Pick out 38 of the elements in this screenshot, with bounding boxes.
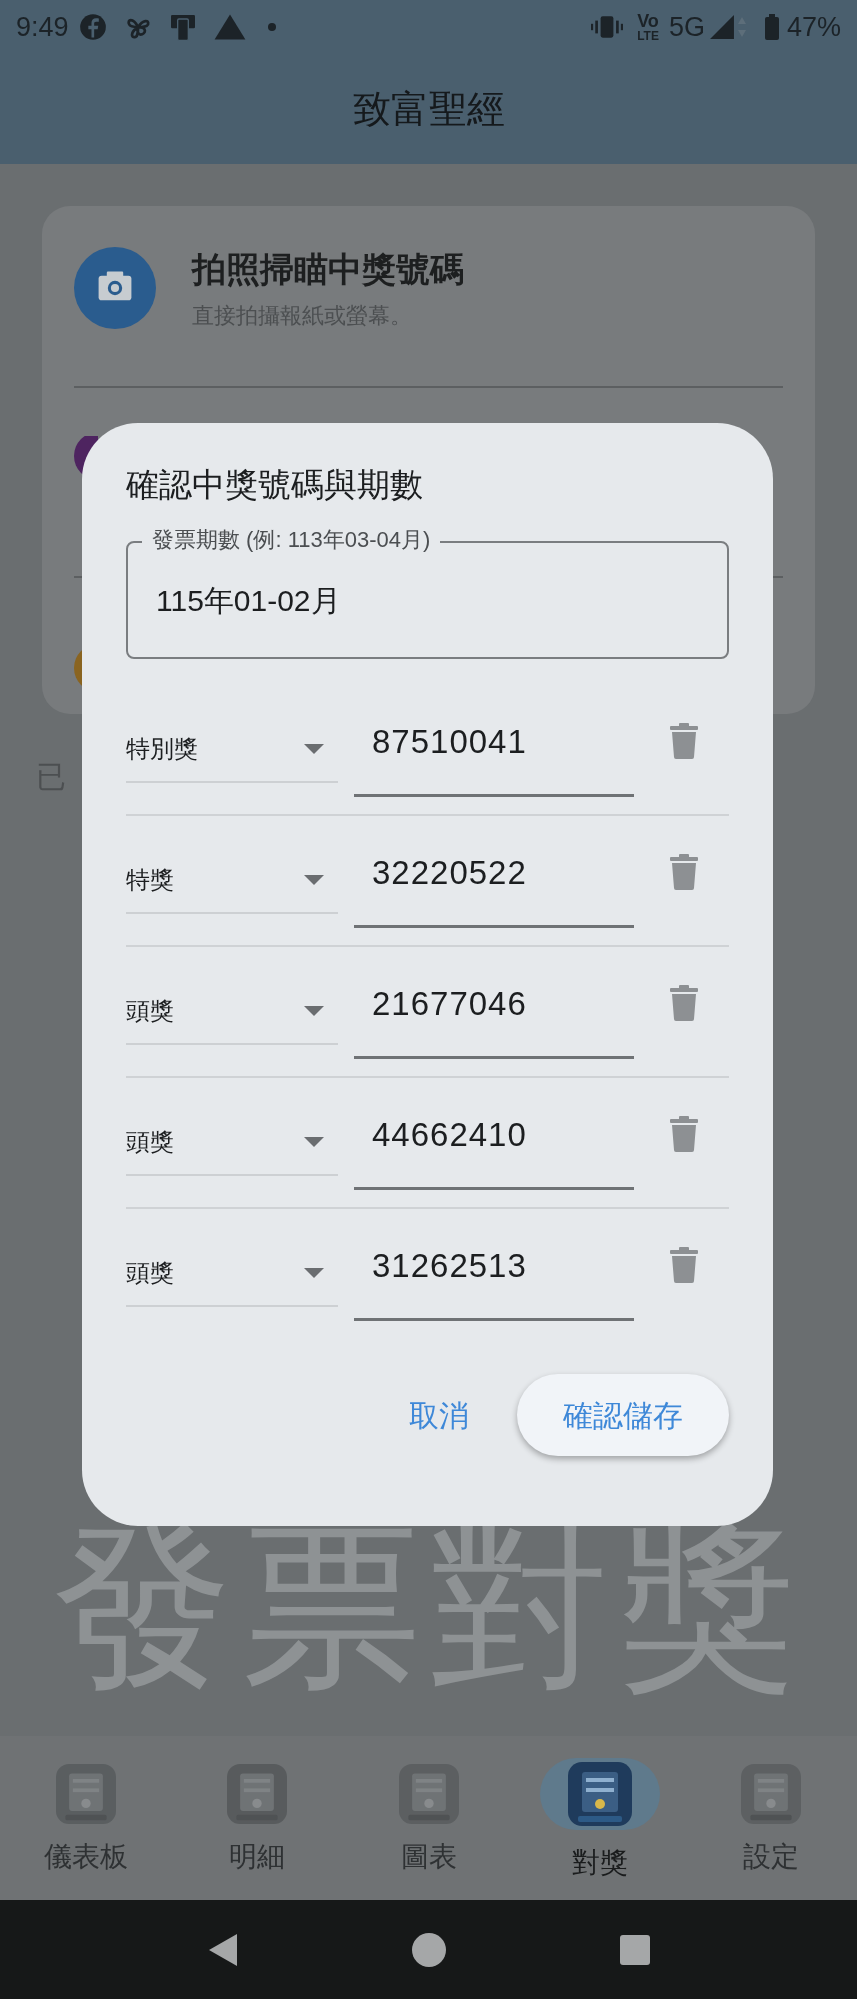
facebook-icon (78, 13, 107, 41)
battery-icon (764, 14, 779, 40)
home-icon (412, 1932, 447, 1967)
trash-icon (670, 985, 698, 1021)
camera-icon (74, 247, 156, 329)
prize-dropdown[interactable]: 特獎 (126, 848, 338, 914)
trash-icon (670, 723, 698, 759)
clock: 9:49 (16, 10, 69, 44)
app-title: 致富聖經 (352, 86, 505, 132)
number-field[interactable]: 31262513 (354, 1241, 634, 1321)
vibrate-icon (591, 14, 624, 40)
number-field[interactable]: 32220522 (354, 848, 634, 928)
caret-icon (304, 1006, 324, 1016)
caret-icon (304, 1137, 324, 1147)
trash-icon (670, 1247, 698, 1283)
number-field[interactable]: 44662410 (354, 1110, 634, 1190)
dot-icon (266, 22, 277, 32)
prize-dropdown[interactable]: 頭獎 (126, 979, 338, 1045)
caret-icon (304, 875, 324, 885)
number-field[interactable]: 87510041 (354, 717, 634, 797)
prize-dropdown[interactable]: 頭獎 (126, 1110, 338, 1176)
nav-tab[interactable]: 對獎 (514, 1758, 686, 1888)
caret-icon (304, 744, 324, 754)
volte-label: Vo (637, 12, 659, 30)
prize-dropdown[interactable]: 特別獎 (126, 717, 338, 783)
caret-icon (304, 1268, 324, 1278)
triangle-icon (212, 13, 247, 41)
network-label: 5G (668, 10, 705, 44)
recents-icon (620, 1934, 651, 1965)
volte-label: LTE (637, 30, 659, 42)
number-field[interactable]: 21677046 (354, 979, 634, 1059)
dialog-title: 確認中獎號碼與期數 (126, 465, 424, 505)
prize-dropdown[interactable]: 頭獎 (126, 1241, 338, 1307)
signal-icon (708, 14, 735, 40)
trash-icon (670, 1116, 698, 1152)
battery-label: 47% (786, 10, 841, 44)
option-title[interactable]: 拍照掃瞄中獎號碼 (192, 244, 464, 295)
trash-icon (670, 854, 698, 890)
